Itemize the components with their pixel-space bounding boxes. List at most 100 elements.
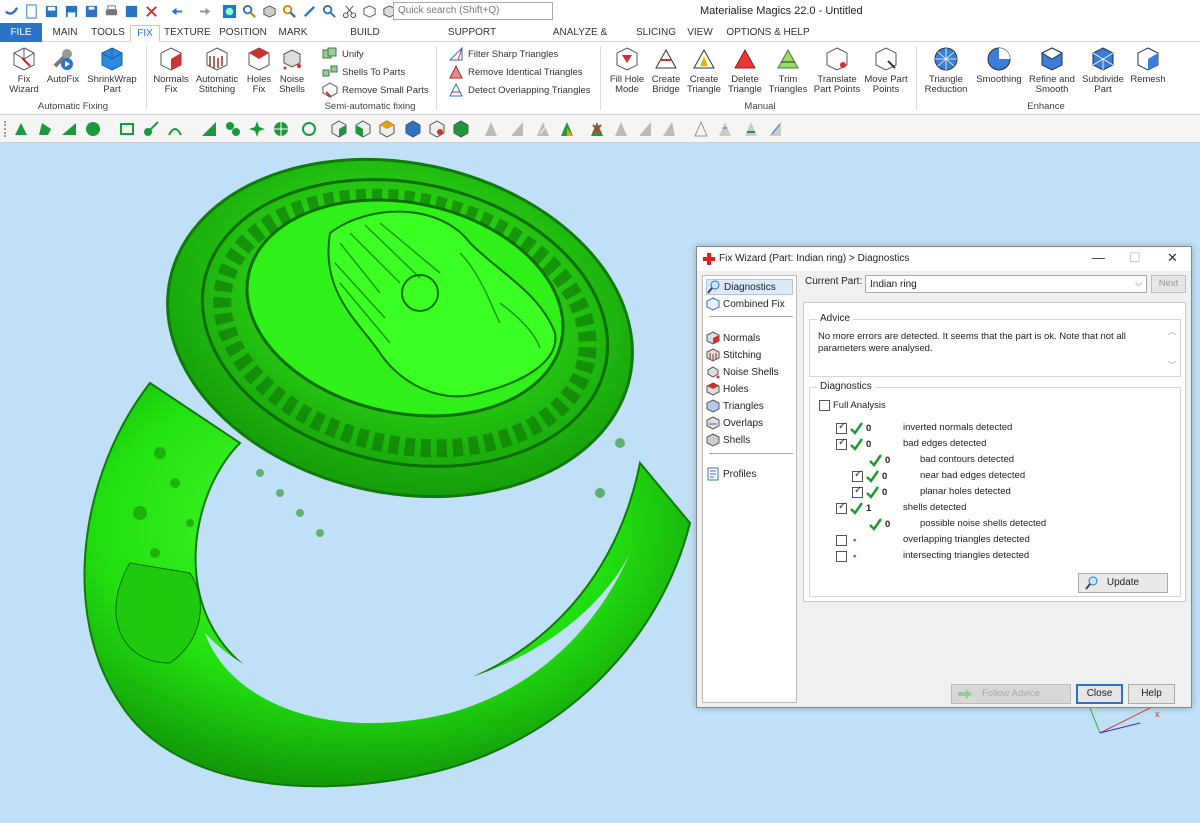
- measure-icon[interactable]: [281, 4, 298, 19]
- view-side-icon[interactable]: [354, 120, 372, 138]
- marker-alt-icon[interactable]: [508, 120, 526, 138]
- normals-fix-button[interactable]: Normals Fix: [152, 46, 190, 95]
- marker-icon[interactable]: [482, 120, 500, 138]
- holes-fix-button[interactable]: Holes Fix: [242, 46, 276, 95]
- select-multi-icon[interactable]: [224, 120, 242, 138]
- create-triangle-button[interactable]: Create Triangle: [684, 46, 724, 95]
- scroll-up-icon[interactable]: ︿: [1168, 326, 1176, 337]
- curve-select-icon[interactable]: [166, 120, 184, 138]
- maximize-icon[interactable]: ☐: [1129, 251, 1141, 265]
- noise-shells-button[interactable]: Noise Shells: [276, 46, 308, 95]
- tab-file[interactable]: FILE: [0, 23, 42, 42]
- magics-logo-icon[interactable]: [3, 4, 20, 19]
- save-selected-icon[interactable]: [123, 4, 140, 19]
- trim-triangles-button[interactable]: Trim Triangles: [766, 46, 810, 95]
- tab-slicing[interactable]: SLICING: [636, 25, 676, 42]
- translate-part-points-button[interactable]: Translate Part Points: [812, 46, 862, 95]
- tab-tools[interactable]: TOOLS: [88, 25, 128, 42]
- tab-texture[interactable]: TEXTURE: [164, 25, 211, 42]
- select-shell-icon[interactable]: [84, 120, 102, 138]
- filter-sharp-triangles-button[interactable]: Filter Sharp Triangles: [448, 46, 558, 62]
- lasso-icon[interactable]: [118, 120, 136, 138]
- mark-grey-icon[interactable]: [612, 120, 630, 138]
- close-button[interactable]: Close: [1076, 684, 1123, 704]
- mark-icon[interactable]: [301, 4, 318, 19]
- row-checkbox[interactable]: [836, 421, 847, 434]
- row-checkbox[interactable]: [836, 437, 847, 450]
- tab-mark[interactable]: MARK: [276, 25, 310, 42]
- row-checkbox[interactable]: [852, 485, 863, 498]
- select-plane-icon[interactable]: [36, 120, 54, 138]
- triangle-reduction-button[interactable]: Triangle Reduction: [922, 46, 970, 95]
- fix-wizard-button[interactable]: Fix Wizard: [6, 46, 42, 95]
- view-front-icon[interactable]: [330, 120, 348, 138]
- nav-item-profiles[interactable]: Profiles: [706, 466, 756, 482]
- quick-search-input[interactable]: Quick search (Shift+Q): [393, 2, 553, 20]
- update-button[interactable]: Update: [1078, 573, 1168, 593]
- close-icon[interactable]: ✕: [1167, 251, 1178, 265]
- follow-advice-button[interactable]: Follow Advice: [951, 684, 1071, 704]
- move-part-points-button[interactable]: Move Part Points: [862, 46, 910, 95]
- find-icon[interactable]: [321, 4, 338, 19]
- automatic-stitching-button[interactable]: Automatic Stitching: [194, 46, 240, 95]
- nav-item-combined-fix[interactable]: Combined Fix: [706, 296, 785, 312]
- select-surface-icon[interactable]: [60, 120, 78, 138]
- cut-icon[interactable]: [341, 4, 358, 19]
- full-analysis-checkbox[interactable]: Full Analysis: [819, 398, 886, 412]
- save-as-icon[interactable]: [63, 4, 80, 19]
- marker-dup-icon[interactable]: [534, 120, 552, 138]
- delete-triangle-button[interactable]: Delete Triangle: [726, 46, 764, 95]
- view-cube-red-icon[interactable]: [428, 120, 446, 138]
- select-triangle-icon[interactable]: [12, 120, 30, 138]
- view-cube-icon[interactable]: [261, 4, 278, 19]
- view-top-icon[interactable]: [378, 120, 396, 138]
- nav-item-holes[interactable]: Holes: [706, 381, 749, 397]
- tab-build-preparation[interactable]: BUILD PREPARATION: [318, 25, 412, 53]
- select-icon[interactable]: [221, 4, 238, 19]
- autofix-button[interactable]: AutoFix: [44, 46, 82, 85]
- detect-overlapping-triangles-button[interactable]: Detect Overlapping Triangles: [448, 82, 591, 98]
- save-all-icon[interactable]: [83, 4, 100, 19]
- fill-hole-mode-button[interactable]: Fill Hole Mode: [608, 46, 646, 95]
- zoom-icon[interactable]: [241, 4, 258, 19]
- row-checkbox[interactable]: [852, 469, 863, 482]
- create-bridge-button[interactable]: Create Bridge: [648, 46, 684, 95]
- nav-item-noise-shells[interactable]: Noise Shells: [706, 364, 779, 380]
- remove-small-parts-button[interactable]: Remove Small Parts: [322, 82, 429, 98]
- select-wire-icon[interactable]: [300, 120, 318, 138]
- row-checkbox[interactable]: [836, 550, 847, 562]
- scroll-down-icon[interactable]: ﹀: [1168, 360, 1176, 371]
- undo-icon[interactable]: [163, 4, 189, 19]
- row-checkbox[interactable]: [836, 534, 847, 546]
- save-icon[interactable]: [43, 4, 60, 19]
- view-cube-green-icon[interactable]: [452, 120, 470, 138]
- marker-color-icon[interactable]: [558, 120, 576, 138]
- unmark-all-icon[interactable]: [716, 120, 734, 138]
- tab-analyze-report[interactable]: ANALYZE & REPORT: [534, 25, 626, 53]
- select-sphere-icon[interactable]: [272, 120, 290, 138]
- nav-item-overlaps[interactable]: Overlaps: [706, 415, 763, 431]
- current-part-select[interactable]: Indian ring ⌵: [865, 275, 1147, 293]
- smoothing-button[interactable]: Smoothing: [974, 46, 1024, 85]
- select-box-icon[interactable]: [200, 120, 218, 138]
- minimize-icon[interactable]: —: [1092, 251, 1105, 265]
- nav-item-diagnostics[interactable]: Diagnostics: [706, 279, 793, 295]
- redo-icon[interactable]: [192, 4, 218, 19]
- mark-error-icon[interactable]: [588, 120, 606, 138]
- export-icon[interactable]: [143, 4, 160, 19]
- nav-item-normals[interactable]: Normals: [706, 330, 760, 346]
- nav-item-shells[interactable]: Shells: [706, 432, 750, 448]
- view-cube-blue-icon[interactable]: [404, 120, 422, 138]
- row-checkbox[interactable]: [836, 501, 847, 514]
- tab-view[interactable]: VIEW: [684, 25, 716, 42]
- mark-grey3-icon[interactable]: [660, 120, 678, 138]
- unmark-icon[interactable]: [692, 120, 710, 138]
- full-analysis-box[interactable]: [819, 399, 830, 411]
- tab-options-help[interactable]: OPTIONS & HELP: [726, 25, 810, 42]
- print-icon[interactable]: [103, 4, 120, 19]
- part-icon[interactable]: [361, 4, 378, 19]
- tab-support-generation[interactable]: SUPPORT GENERATION: [420, 25, 524, 53]
- tab-position[interactable]: POSITION: [218, 25, 268, 42]
- nav-item-stitching[interactable]: Stitching: [706, 347, 761, 363]
- next-button[interactable]: Next: [1151, 275, 1186, 293]
